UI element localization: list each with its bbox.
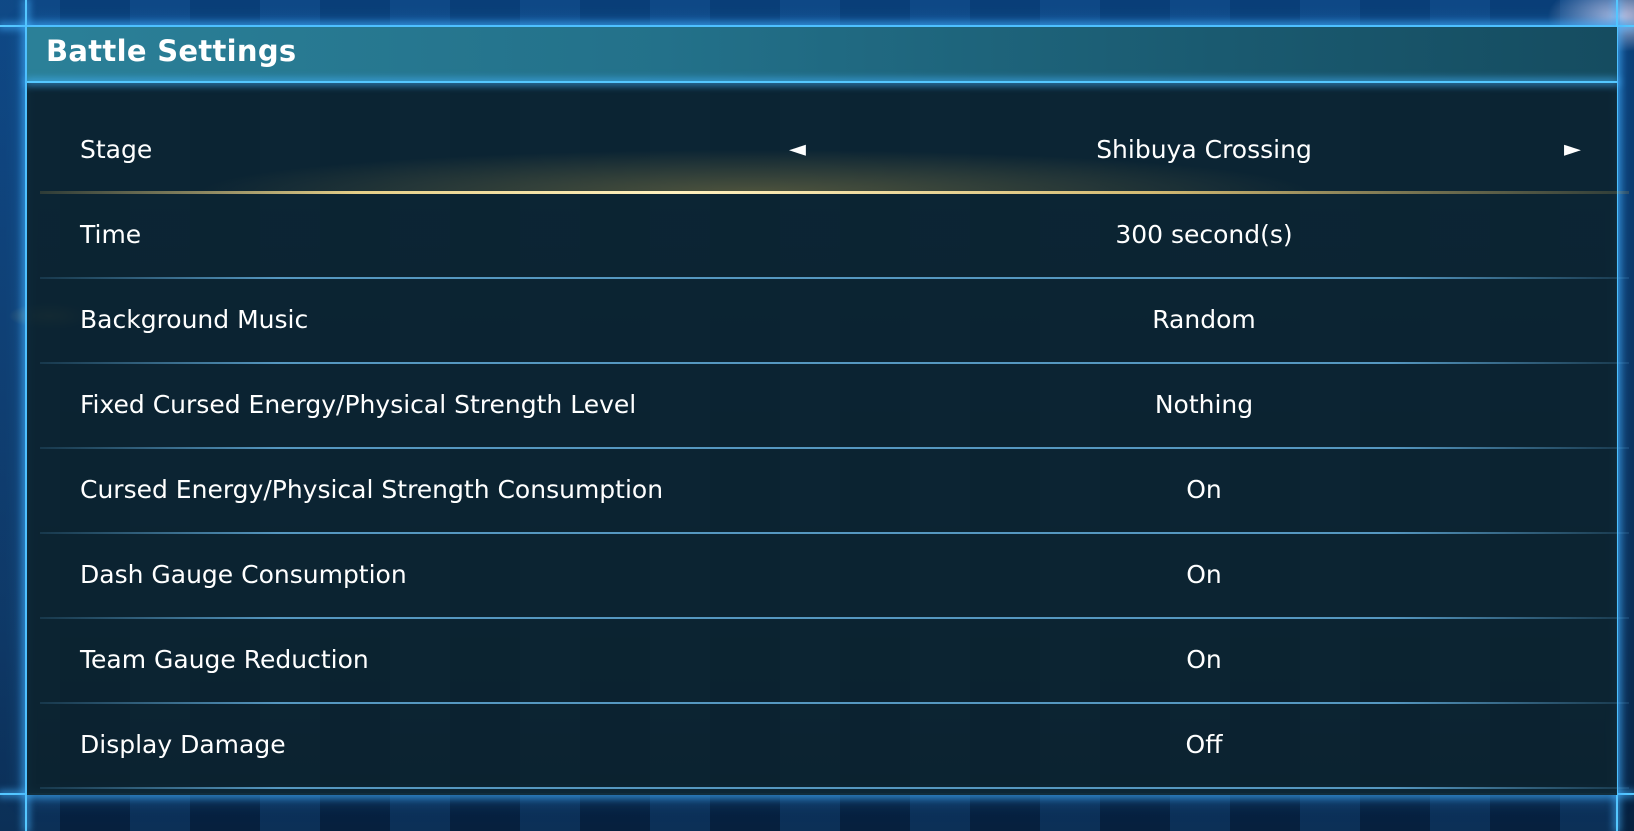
setting-label: Cursed Energy/Physical Strength Consumpt… — [80, 475, 664, 504]
setting-row-fixed-level[interactable]: Fixed Cursed Energy/Physical Strength Le… — [40, 364, 1629, 449]
header-divider-line — [27, 81, 1617, 83]
setting-value: Shibuya Crossing — [1096, 135, 1312, 164]
setting-value: On — [1186, 645, 1222, 674]
setting-value: On — [1186, 475, 1222, 504]
setting-row-display-damage[interactable]: Display Damage Off — [40, 704, 1629, 789]
setting-value: 300 second(s) — [1115, 220, 1293, 249]
setting-row-energy-consumption[interactable]: Cursed Energy/Physical Strength Consumpt… — [40, 449, 1629, 534]
setting-value: Nothing — [1154, 390, 1254, 419]
setting-label: Dash Gauge Consumption — [80, 560, 407, 589]
setting-label: Time — [80, 220, 142, 249]
setting-row-dash-gauge[interactable]: Dash Gauge Consumption On — [40, 534, 1629, 619]
setting-label: Background Music — [80, 305, 309, 334]
setting-row-team-gauge[interactable]: Team Gauge Reduction On — [40, 619, 1629, 704]
panel-header: Battle Settings — [27, 27, 1617, 81]
setting-label: Display Damage — [80, 730, 286, 759]
setting-row-background-music[interactable]: Background Music Random — [40, 279, 1629, 364]
setting-label: Fixed Cursed Energy/Physical Strength Le… — [80, 390, 637, 419]
setting-row-time[interactable]: Time 300 second(s) — [40, 194, 1629, 279]
setting-value: Random — [1152, 305, 1256, 334]
setting-label: Team Gauge Reduction — [80, 645, 369, 674]
setting-value: Off — [1185, 730, 1223, 759]
battle-settings-panel: Battle Settings Stage ◄ Shibuya Crossing… — [27, 27, 1629, 795]
setting-value: On — [1186, 560, 1222, 589]
setting-row-stage[interactable]: Stage ◄ Shibuya Crossing ► — [40, 109, 1629, 194]
right-arrow-icon[interactable]: ► — [1564, 137, 1581, 162]
panel-title: Battle Settings — [46, 34, 297, 68]
settings-list: Stage ◄ Shibuya Crossing ► Time 300 seco… — [40, 109, 1629, 789]
setting-label: Stage — [80, 135, 153, 164]
